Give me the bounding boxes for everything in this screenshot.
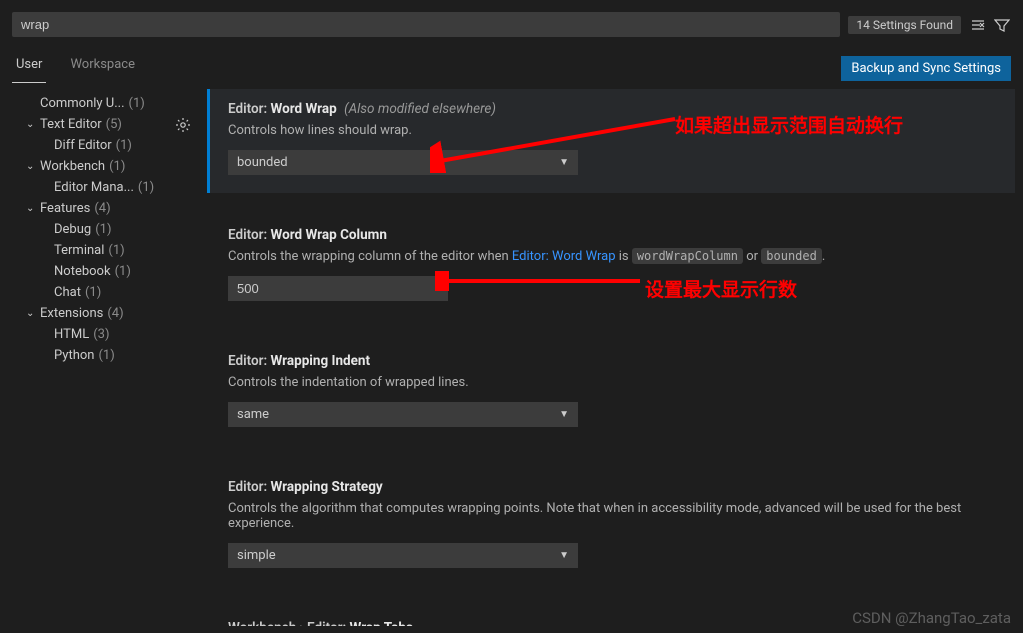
sidebar-item[interactable]: Editor Mana... (1) [8, 177, 191, 198]
results-count-badge: 14 Settings Found [848, 16, 961, 34]
sidebar-item[interactable]: Diff Editor (1) [8, 135, 191, 156]
sidebar-item[interactable]: Notebook (1) [8, 261, 191, 282]
tree-label: Commonly U... [40, 96, 125, 111]
sidebar-item[interactable]: HTML (3) [8, 324, 191, 345]
wrapping-strategy-select[interactable]: simple ▼ [228, 543, 578, 568]
chevron-down-icon: ⌄ [26, 308, 40, 319]
setting-group: Editor: [228, 227, 267, 243]
tree-label: Debug [54, 222, 91, 237]
tree-count: (1) [138, 180, 154, 195]
chevron-down-icon: ⌄ [26, 161, 40, 172]
tree-count: (4) [94, 201, 110, 216]
setting-name: Wrapping Strategy [271, 479, 383, 495]
tree-count: (1) [95, 222, 111, 237]
settings-search-input[interactable] [12, 12, 840, 37]
tree-label: Editor Mana... [54, 180, 134, 195]
sidebar-item[interactable]: ⌄Text Editor (5) [8, 114, 191, 135]
word-wrap-column-input[interactable] [228, 276, 448, 301]
tree-count: (1) [98, 348, 114, 363]
tree-label: Extensions [40, 306, 103, 321]
modified-elsewhere-label: (Also modified elsewhere) [344, 101, 496, 117]
tree-label: Chat [54, 285, 81, 300]
setting-word-wrap: Editor: Word Wrap (Also modified elsewhe… [207, 89, 1015, 193]
setting-group: Editor: [228, 353, 267, 369]
tree-count: (1) [129, 96, 145, 111]
setting-name: Wrap Tabs [350, 620, 413, 626]
sidebar-item[interactable]: Debug (1) [8, 219, 191, 240]
setting-word-wrap-column: Editor: Word Wrap Column Controls the wr… [207, 215, 1015, 319]
chevron-down-icon: ⌄ [26, 119, 40, 130]
setting-group: Workbench › Editor: [228, 620, 346, 626]
setting-group: Editor: [228, 101, 267, 117]
tree-label: Python [54, 348, 94, 363]
tree-count: (4) [107, 306, 123, 321]
clear-search-icon[interactable] [969, 16, 987, 34]
tree-label: Workbench [40, 159, 105, 174]
gear-icon[interactable] [174, 116, 192, 134]
editor-word-wrap-link[interactable]: Editor: Word Wrap [512, 249, 616, 264]
tree-label: HTML [54, 327, 89, 342]
tab-workspace[interactable]: Workspace [66, 53, 139, 83]
sidebar-item[interactable]: Commonly U... (1) [8, 93, 191, 114]
tab-user[interactable]: User [12, 53, 46, 83]
setting-wrapping-strategy: Editor: Wrapping Strategy Controls the a… [207, 467, 1015, 586]
watermark: CSDN @ZhangTao_zata [852, 609, 1011, 627]
tree-label: Notebook [54, 264, 111, 279]
setting-description: Controls the wrapping column of the edit… [228, 249, 997, 264]
sidebar-item[interactable]: ⌄Features (4) [8, 198, 191, 219]
tree-count: (1) [108, 243, 124, 258]
chevron-down-icon: ▼ [559, 157, 569, 168]
tree-label: Terminal [54, 243, 104, 258]
chevron-down-icon: ▼ [559, 409, 569, 420]
word-wrap-select[interactable]: bounded ▼ [228, 150, 578, 175]
tree-count: (5) [106, 117, 122, 132]
tree-count: (3) [93, 327, 109, 342]
setting-description: Controls the indentation of wrapped line… [228, 375, 997, 390]
setting-name: Word Wrap [271, 101, 337, 117]
tree-count: (1) [85, 285, 101, 300]
sidebar-item[interactable]: ⌄Extensions (4) [8, 303, 191, 324]
chevron-down-icon: ▼ [559, 550, 569, 561]
settings-content: Editor: Word Wrap (Also modified elsewhe… [195, 83, 1023, 626]
setting-wrapping-indent: Editor: Wrapping Indent Controls the ind… [207, 341, 1015, 445]
tree-label: Diff Editor [54, 138, 112, 153]
backup-sync-button[interactable]: Backup and Sync Settings [841, 56, 1011, 81]
tree-count: (1) [109, 159, 125, 174]
setting-description: Controls the algorithm that computes wra… [228, 501, 997, 531]
tree-label: Features [40, 201, 90, 216]
tree-count: (1) [115, 264, 131, 279]
settings-tree: Commonly U...(1)⌄Text Editor(5)Diff Edit… [0, 83, 195, 626]
setting-name: Wrapping Indent [271, 353, 371, 369]
chevron-down-icon: ⌄ [26, 203, 40, 214]
tree-count: (1) [116, 138, 132, 153]
setting-description: Controls how lines should wrap. [228, 123, 997, 138]
setting-name: Word Wrap Column [271, 227, 387, 243]
wrapping-indent-select[interactable]: same ▼ [228, 402, 578, 427]
tree-label: Text Editor [40, 117, 102, 132]
setting-group: Editor: [228, 479, 267, 495]
sidebar-item[interactable]: ⌄Workbench (1) [8, 156, 191, 177]
filter-icon[interactable] [993, 16, 1011, 34]
sidebar-item[interactable]: Terminal (1) [8, 240, 191, 261]
sidebar-item[interactable]: Chat (1) [8, 282, 191, 303]
sidebar-item[interactable]: Python (1) [8, 345, 191, 366]
